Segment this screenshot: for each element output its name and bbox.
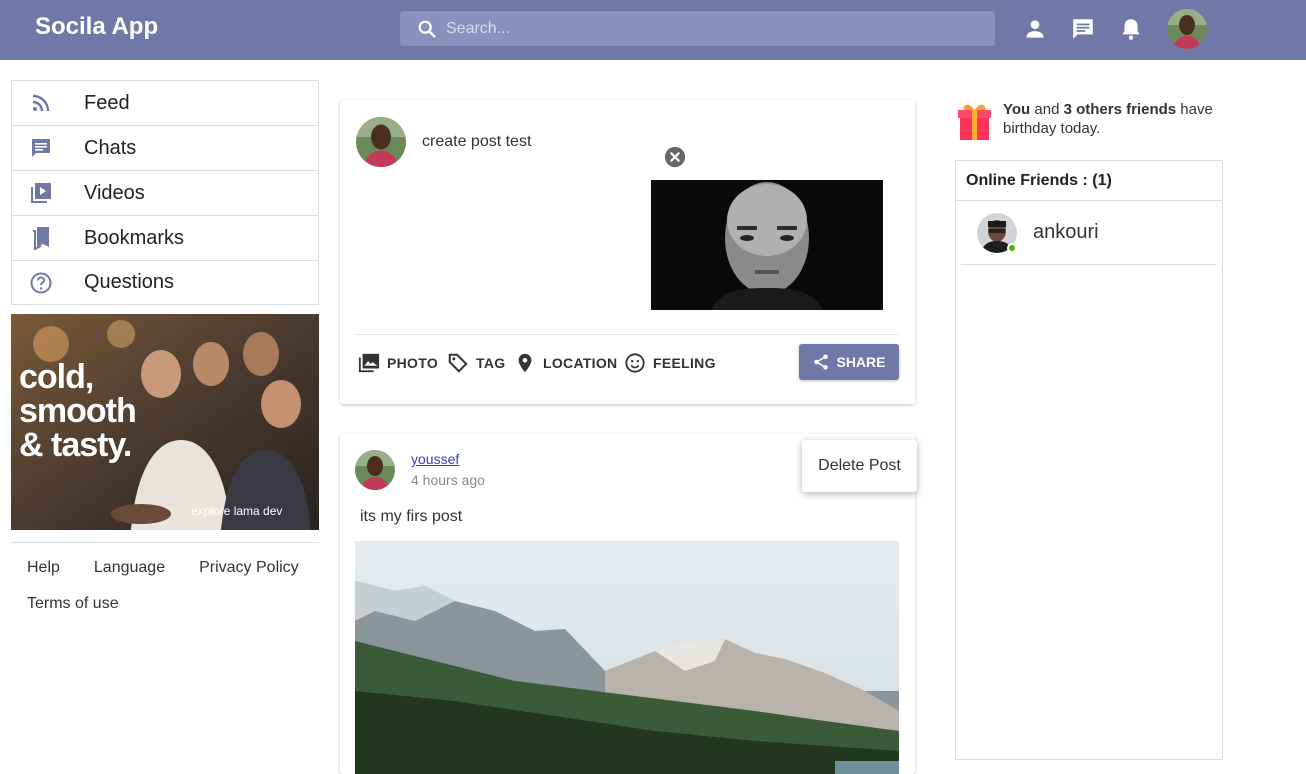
close-icon[interactable]: [664, 146, 686, 168]
share-label: SHARE: [836, 354, 886, 370]
image-preview: [651, 180, 883, 310]
user-avatar[interactable]: [1167, 9, 1207, 49]
gift-icon: [958, 104, 991, 140]
avatar[interactable]: [355, 450, 395, 490]
post-text: its my firs post: [360, 508, 463, 525]
chat-icon[interactable]: [1070, 16, 1096, 42]
option-label: LOCATION: [543, 355, 618, 371]
footer-link-help[interactable]: Help: [27, 559, 60, 577]
option-label: PHOTO: [387, 355, 439, 371]
birthday-you: You: [1003, 101, 1031, 118]
option-label: FEELING: [653, 355, 716, 371]
sidebar-item-label: Chats: [84, 136, 137, 159]
sidebar-item-label: Questions: [84, 271, 175, 293]
post-timestamp: 4 hours ago: [411, 472, 485, 488]
option-label: TAG: [476, 355, 506, 371]
sidebar-item-videos[interactable]: Videos: [12, 171, 318, 216]
friend-name: ankouri: [1033, 221, 1099, 243]
divider: [355, 334, 899, 335]
tag-icon: [448, 353, 468, 373]
sidebar-item-bookmarks[interactable]: Bookmarks: [12, 216, 318, 261]
photo-library-icon: [358, 353, 380, 373]
avatar: [977, 212, 1017, 253]
option-location[interactable]: LOCATION: [514, 352, 617, 374]
sidebar-item-feed[interactable]: Feed: [12, 81, 318, 126]
birthday-notice: You and 3 others friends have birthday t…: [956, 100, 1236, 142]
search-icon: [418, 20, 436, 38]
app-logo[interactable]: Socila App: [35, 13, 158, 41]
birthday-text: You and 3 others friends have birthday t…: [1003, 100, 1236, 142]
create-post-input[interactable]: create post test: [422, 133, 531, 151]
help-circle-icon: [30, 272, 52, 293]
ad-banner[interactable]: cold, smooth & tasty. explore lama dev: [11, 314, 319, 530]
chat-icon: [32, 139, 50, 157]
create-post-card: create post test PHOTO TAG LOCATION FEEL…: [340, 100, 915, 404]
ad-subtext: explore lama dev: [191, 504, 283, 518]
rss-feed-icon: [32, 94, 50, 112]
post-image[interactable]: [355, 541, 899, 774]
online-friend-item[interactable]: ankouri: [961, 201, 1217, 265]
footer-link-language[interactable]: Language: [94, 559, 165, 577]
smiley-icon: [625, 353, 645, 373]
sidebar-item-questions[interactable]: Questions: [12, 261, 318, 304]
footer-links: Help Language Privacy Policy Terms of us…: [11, 542, 319, 631]
birthday-others: 3 others friends: [1063, 101, 1177, 118]
sidebar-item-label: Feed: [84, 91, 130, 114]
option-feeling[interactable]: FEELING: [624, 352, 716, 374]
post-username[interactable]: youssef: [411, 451, 459, 467]
option-tag[interactable]: TAG: [447, 352, 505, 374]
sidebar-menu: Feed Chats Videos Bookmarks Questions: [11, 80, 319, 305]
online-friends-panel: Online Friends : (1) ankouri: [955, 160, 1223, 760]
ad-headline: cold, smooth & tasty.: [19, 358, 137, 464]
top-bar: Socila App: [0, 0, 1306, 60]
notifications-icon[interactable]: [1118, 16, 1144, 42]
sidebar-item-label: Bookmarks: [84, 226, 185, 249]
online-friends-title: Online Friends : (1): [956, 161, 1222, 201]
delete-post-menu-item[interactable]: Delete Post: [802, 440, 917, 492]
sidebar-item-chats[interactable]: Chats: [12, 126, 318, 171]
search-input[interactable]: [446, 19, 966, 38]
location-pin-icon: [518, 353, 532, 373]
birthday-and: and: [1030, 101, 1064, 118]
share-button[interactable]: SHARE: [799, 344, 899, 380]
left-sidebar: Feed Chats Videos Bookmarks Questions co…: [11, 80, 319, 631]
bookmark-icon: [33, 227, 49, 250]
option-photo[interactable]: PHOTO: [358, 352, 438, 374]
video-library-icon: [31, 183, 51, 203]
footer-link-privacy[interactable]: Privacy Policy: [199, 559, 299, 577]
share-icon: [814, 354, 829, 370]
avatar[interactable]: [356, 117, 406, 167]
search-bar[interactable]: [400, 11, 995, 46]
sidebar-item-label: Videos: [84, 181, 145, 204]
footer-link-terms[interactable]: Terms of use: [27, 595, 119, 613]
online-status-dot: [1007, 242, 1017, 253]
person-icon[interactable]: [1022, 16, 1048, 42]
